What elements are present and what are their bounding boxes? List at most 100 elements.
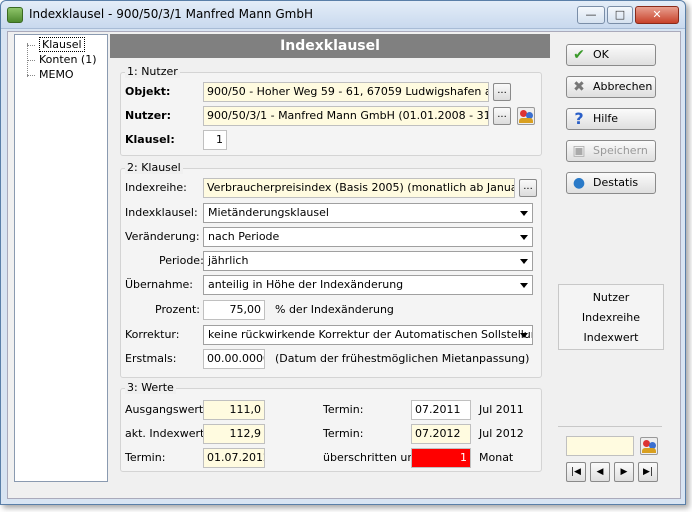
objekt-browse-button[interactable]: ... (493, 83, 511, 101)
chevron-down-icon (520, 211, 528, 216)
erstmals-hint: (Datum der frühestmöglichen Mietanpassun… (275, 352, 530, 365)
users-icon[interactable] (517, 107, 535, 125)
termin3-label: Termin: (125, 451, 166, 464)
application-window: Indexklausel - 900/50/3/1 Manfred Mann G… (0, 0, 686, 505)
first-record-button[interactable]: |◀ (566, 462, 586, 482)
nutzer-group-title: 1: Nutzer (125, 65, 180, 78)
prozent-field[interactable]: 75,00 (203, 300, 265, 320)
help-icon: ? (574, 109, 584, 128)
info-indexwert: Indexwert (583, 331, 639, 344)
app-icon (7, 7, 23, 23)
previous-record-button[interactable]: ◀ (590, 462, 610, 482)
indexreihe-field[interactable]: Verbraucherpreisindex (Basis 2005) (mona… (203, 178, 515, 198)
termin2-text: Jul 2012 (479, 427, 524, 440)
window-title: Indexklausel - 900/50/3/1 Manfred Mann G… (29, 7, 313, 21)
korrektur-label: Korrektur: (125, 328, 180, 341)
chevron-down-icon (520, 283, 528, 288)
indexreihe-label: Indexreihe: (125, 181, 187, 194)
ausgangswert-field: 111,0 (203, 400, 265, 420)
main-panel: Indexklausel 1: Nutzer Objekt: 900/50 - … (110, 34, 550, 489)
speichern-button[interactable]: ▣ Speichern (566, 140, 656, 162)
monat-label: Monat (479, 451, 514, 464)
info-indexreihe: Indexreihe (581, 311, 641, 324)
navigation-tree: Klausel Konten (1) MEMO (14, 34, 108, 482)
periode-value: jährlich (208, 254, 249, 267)
periode-select[interactable]: jährlich (203, 251, 533, 271)
ok-label: OK (593, 48, 609, 61)
veraenderung-value: nach Periode (208, 230, 280, 243)
chevron-down-icon (520, 333, 528, 338)
next-record-button[interactable]: ▶ (614, 462, 634, 482)
termin2-label: Termin: (323, 427, 364, 440)
info-nutzer: Nutzer (592, 291, 630, 304)
tree-branch (27, 45, 35, 46)
tree-item-klausel[interactable]: Klausel (39, 37, 85, 52)
prozent-label: Prozent: (155, 303, 200, 316)
korrektur-value: keine rückwirkende Korrektur der Automat… (208, 328, 533, 341)
tree-item-konten[interactable]: Konten (1) (39, 53, 97, 66)
checkmark-icon: ✔ (573, 47, 585, 63)
erstmals-label: Erstmals: (125, 352, 177, 365)
uebernahme-select[interactable]: anteilig in Höhe der Indexänderung (203, 275, 533, 295)
page-title: Indexklausel (110, 34, 550, 58)
klausel-label: Klausel: (125, 133, 175, 146)
klausel-group-title: 2: Klausel (125, 161, 183, 174)
tree-branch (27, 60, 35, 61)
termin1-label: Termin: (323, 403, 364, 416)
nutzer-label: Nutzer: (125, 109, 171, 122)
last-record-button[interactable]: ▶| (638, 462, 658, 482)
ausgangswert-label: Ausgangswert: (125, 403, 207, 416)
termin1-field[interactable]: 07.2011 (411, 400, 471, 420)
speichern-label: Speichern (593, 144, 648, 157)
hilfe-label: Hilfe (593, 112, 619, 125)
hilfe-button[interactable]: ? Hilfe (566, 108, 656, 130)
uebernahme-value: anteilig in Höhe der Indexänderung (208, 278, 404, 291)
indexklausel-select[interactable]: Mietänderungsklausel (203, 203, 533, 223)
termin3-field: 01.07.2012 (203, 448, 265, 468)
veraenderung-select[interactable]: nach Periode (203, 227, 533, 247)
objekt-field[interactable]: 900/50 - Hoher Weg 59 - 61, 67059 Ludwig… (203, 82, 489, 102)
tree-item-label: Klausel (39, 37, 85, 52)
close-button[interactable]: ✕ (635, 6, 679, 24)
ok-button[interactable]: ✔ OK (566, 44, 656, 66)
indexklausel-label: Indexklausel: (125, 206, 198, 219)
navigation-field[interactable] (566, 436, 634, 456)
nutzer-group: 1: Nutzer Objekt: 900/50 - Hoher Weg 59 … (120, 65, 542, 156)
divider (558, 426, 662, 427)
prozent-suffix: % der Indexänderung (275, 303, 394, 316)
objekt-label: Objekt: (125, 85, 171, 98)
client-area: Klausel Konten (1) MEMO Indexklausel 1: … (7, 31, 681, 499)
abbrechen-label: Abbrechen (593, 80, 653, 93)
werte-group: 3: Werte Ausgangswert: 111,0 Termin: 07.… (120, 381, 542, 472)
chevron-down-icon (520, 235, 528, 240)
termin2-field[interactable]: 07.2012 (411, 424, 471, 444)
akt-indexwert-label: akt. Indexwert: (125, 427, 209, 440)
klausel-group: 2: Klausel Indexreihe: Verbraucherpreisi… (120, 161, 542, 378)
chevron-down-icon (520, 259, 528, 264)
nutzer-field[interactable]: 900/50/3/1 - Manfred Mann GmbH (01.01.20… (203, 106, 489, 126)
veraenderung-label: Veränderung: (125, 230, 200, 243)
info-box: Nutzer Indexreihe Indexwert (558, 284, 664, 350)
ueberschritten-field: 1 (411, 448, 471, 468)
users-icon[interactable] (640, 437, 658, 455)
save-icon: ▣ (572, 143, 586, 159)
destatis-button[interactable]: ● Destatis (566, 172, 656, 194)
cancel-icon: ✖ (573, 79, 585, 95)
termin1-text: Jul 2011 (479, 403, 524, 416)
nutzer-browse-button[interactable]: ... (493, 107, 511, 125)
ueberschritten-label: überschritten um: (323, 451, 422, 464)
maximize-button[interactable]: □ (607, 6, 633, 24)
tree-item-memo[interactable]: MEMO (39, 68, 74, 81)
tree-branch (27, 75, 35, 76)
abbrechen-button[interactable]: ✖ Abbrechen (566, 76, 656, 98)
destatis-label: Destatis (593, 176, 639, 189)
indexreihe-browse-button[interactable]: ... (519, 179, 537, 197)
minimize-button[interactable]: — (577, 6, 605, 24)
globe-icon: ● (572, 175, 586, 191)
korrektur-select[interactable]: keine rückwirkende Korrektur der Automat… (203, 325, 533, 345)
erstmals-field[interactable]: 00.00.0000 (203, 349, 265, 369)
klausel-field[interactable]: 1 (203, 130, 227, 150)
werte-group-title: 3: Werte (125, 381, 176, 394)
akt-indexwert-field: 112,9 (203, 424, 265, 444)
indexklausel-value: Mietänderungsklausel (208, 206, 329, 219)
